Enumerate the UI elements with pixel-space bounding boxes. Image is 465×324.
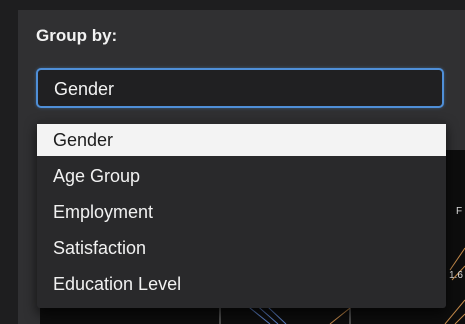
- chart-tick-value: 1.6: [449, 270, 463, 281]
- option-age-group[interactable]: Age Group: [37, 160, 446, 192]
- option-gender[interactable]: Gender: [37, 124, 446, 156]
- group-by-label: Group by:: [36, 26, 118, 45]
- option-satisfaction[interactable]: Satisfaction: [37, 232, 446, 264]
- select-current-value: Gender: [54, 79, 115, 99]
- group-by-dropdown-list: Gender Age Group Employment Satisfaction…: [37, 120, 446, 308]
- option-education-level[interactable]: Education Level: [37, 268, 446, 300]
- chart-tick-f: F: [456, 206, 463, 217]
- option-employment[interactable]: Employment: [37, 196, 446, 228]
- group-by-select[interactable]: Gender: [36, 68, 444, 108]
